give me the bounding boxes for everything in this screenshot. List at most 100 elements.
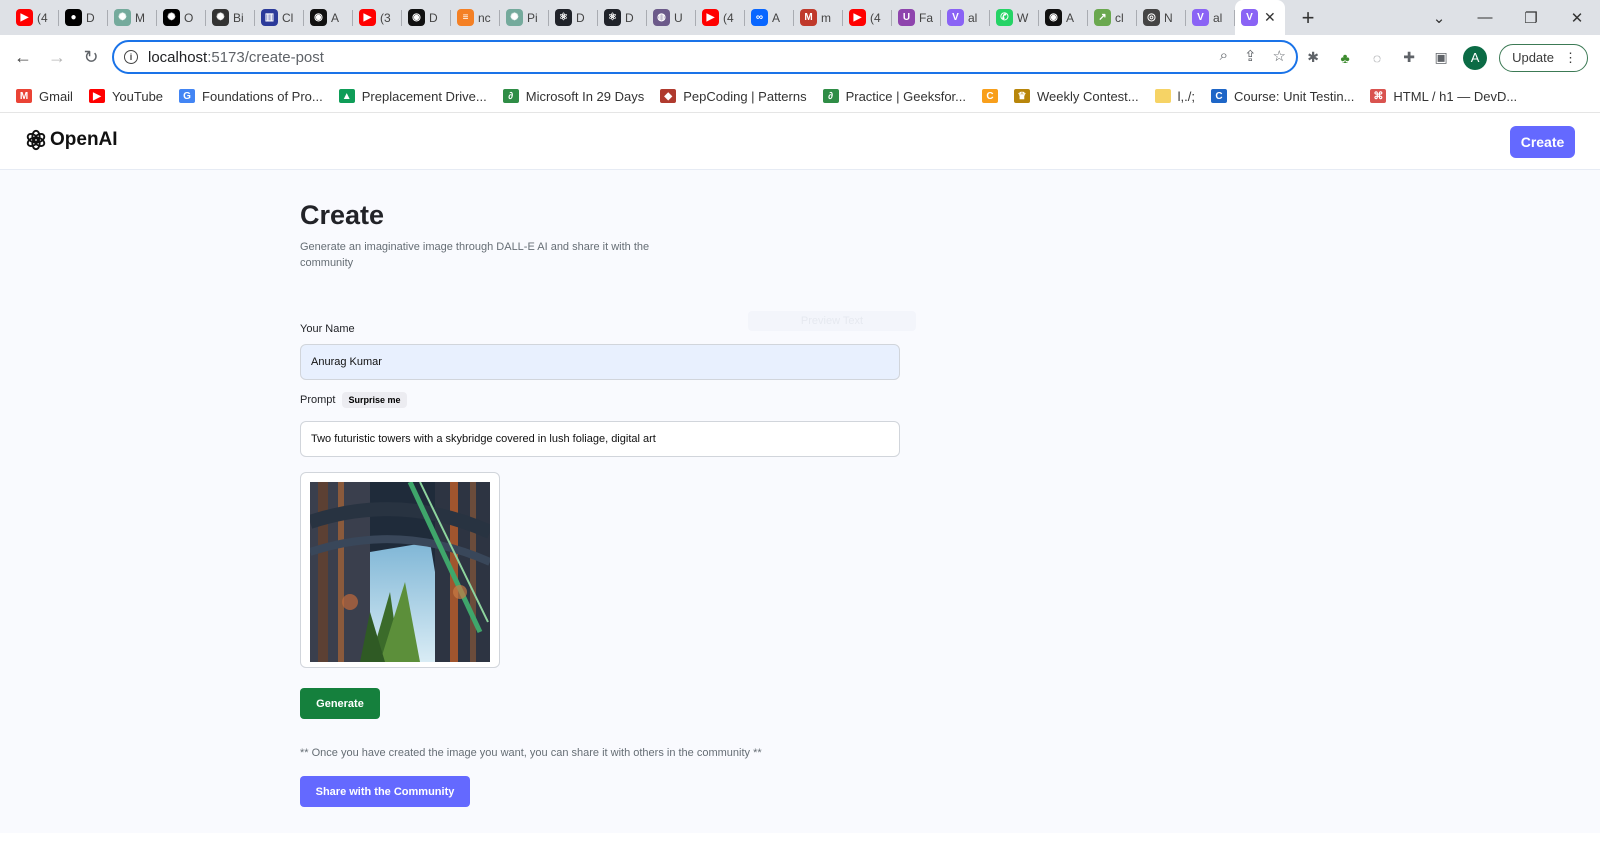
bookmark-item[interactable]: M Gmail [16,89,73,104]
main-section: Create Generate an imaginative image thr… [0,170,1600,833]
back-button[interactable]: ← [6,41,40,75]
bookmark-item[interactable]: ♛ Weekly Contest... [1014,89,1139,104]
browser-tab[interactable]: ◉ D [402,0,451,35]
share-community-button[interactable]: Share with the Community [300,776,470,807]
browser-tab[interactable]: ◉ A [304,0,353,35]
youtube-icon: ▶ [359,9,376,26]
zoom-icon[interactable]: ⌕ [1220,47,1228,65]
name-input[interactable]: Anurag Kumar [300,344,900,380]
bug-extension-icon[interactable]: ✱ [1303,48,1323,68]
browser-tab[interactable]: ✺ Bi [206,0,255,35]
ghost-preview-label: Preview Text [748,311,916,331]
course-icon: C [1210,89,1227,103]
prompt-input[interactable]: Two futuristic towers with a skybridge c… [300,421,900,457]
openai-logo[interactable]: OpenAI [25,129,118,151]
update-label: Update [1512,50,1554,65]
bookmark-label: HTML / h1 — DevD... [1393,88,1518,104]
minimize-button[interactable]: — [1462,9,1508,26]
browser-tab[interactable]: ▥ Cl [255,0,304,35]
restore-button[interactable]: ❐ [1508,9,1554,27]
browser-tab[interactable]: U Fa [892,0,941,35]
browser-tab[interactable]: ✺ M [108,0,157,35]
bookmark-item[interactable]: ◆ PepCoding | Patterns [660,88,807,104]
browser-tab[interactable]: ▶ (4 [843,0,892,35]
browser-tab[interactable]: ◎ N [1137,0,1186,35]
browser-tab[interactable]: ✺ Pi [500,0,549,35]
tab-title: (4 [37,10,48,25]
bookmark-item[interactable]: ▶ YouTube [88,89,163,104]
kebab-menu-icon: ⋮ [1564,49,1577,65]
browser-tab[interactable]: ↗ cl [1088,0,1137,35]
youtube-icon: ▶ [88,89,105,103]
side-panel-icon[interactable]: ▣ [1431,48,1451,68]
tab-search-icon[interactable]: ⌄ [1416,9,1462,27]
browser-tab[interactable]: ▶ (4 [10,0,59,35]
site-info-icon[interactable]: i [124,50,138,64]
bookmark-item[interactable]: ▲ Preplacement Drive... [338,89,487,104]
bookmark-label: PepCoding | Patterns [683,88,807,104]
tab-title: al [968,10,978,25]
surprise-me-button[interactable]: Surprise me [342,392,407,408]
gmail-icon: M [16,89,32,103]
browser-tab[interactable]: ● D [59,0,108,35]
bookmark-star-icon[interactable]: ☆ [1273,47,1286,65]
prompt-label-row: Prompt Surprise me [300,392,407,408]
bookmark-item[interactable]: l,./; [1154,89,1195,104]
page-subtitle: Generate an imaginative image through DA… [300,241,650,269]
share-icon[interactable]: ⇪ [1244,47,1257,65]
browser-tab[interactable]: Mm [794,0,843,35]
openai-icon: ✺ [163,9,180,26]
address-bar[interactable]: i localhost:5173/create-post ⌕ ⇪ ☆ [112,40,1298,74]
logo-text: OpenAI [50,129,118,150]
bookmark-item[interactable]: ⌘ HTML / h1 — DevD... [1370,89,1517,104]
bookmark-item[interactable]: C Course: Unit Testin... [1210,89,1354,104]
active-tab[interactable]: V ✕ [1235,0,1285,35]
chatgpt-icon: ✺ [506,9,523,26]
bookmark-label: Practice | Geeksfor... [845,88,966,104]
google-icon: G [179,89,196,103]
browser-tab[interactable]: ⚛ D [598,0,647,35]
url-text[interactable]: localhost:5173/create-post [148,49,324,66]
browser-tab[interactable]: ⚛ D [549,0,598,35]
browser-tab[interactable]: ◍ U [647,0,696,35]
browser-tab[interactable]: ✆ W [990,0,1039,35]
close-tab-icon[interactable]: ✕ [1264,9,1276,26]
generate-button[interactable]: Generate [300,688,380,719]
profile-avatar[interactable]: A [1463,45,1488,70]
browser-tab[interactable]: ≡ nc [451,0,500,35]
tab-title: D [429,10,438,25]
tab-title: Pi [527,10,538,25]
share-note: ** Once you have created the image you w… [300,747,762,759]
tab-title: cl [1115,10,1124,25]
folder-icon [1154,89,1171,103]
header-create-button[interactable]: Create [1510,126,1575,158]
bookmark-item[interactable]: ∂ Microsoft In 29 Days [502,89,644,104]
image-preview-box [300,472,500,668]
bookmark-item[interactable]: C [982,89,998,103]
browser-tab[interactable]: Val [941,0,990,35]
bookmark-item[interactable]: G Foundations of Pro... [179,89,323,104]
reload-button[interactable]: ↻ [74,41,108,75]
bookmark-item[interactable]: ∂ Practice | Geeksfor... [822,88,966,104]
tab-title: W [1017,10,1029,25]
circle-extension-icon[interactable]: ◌ [1367,48,1387,68]
close-window-button[interactable]: ✕ [1554,9,1600,27]
forward-button[interactable]: → [40,41,74,75]
browser-tab[interactable]: Val [1186,0,1235,35]
whatsapp-icon: ✆ [996,9,1013,26]
browser-tab[interactable]: ▶ (3 [353,0,402,35]
google-drive-icon: ▲ [338,89,355,103]
update-button[interactable]: Update ⋮ [1499,43,1588,72]
name-label: Your Name [300,323,355,335]
page-title: Create [300,200,385,230]
tree-extension-icon[interactable]: ♣ [1335,48,1355,68]
meta-icon: ∞ [751,9,768,26]
tab-title: Bi [233,10,244,25]
new-tab-button[interactable]: + [1293,0,1323,35]
dark-circle-icon: ● [65,9,82,26]
browser-tab[interactable]: ∞ A [745,0,794,35]
browser-tab[interactable]: ✺ O [157,0,206,35]
browser-tab[interactable]: ▶ (4 [696,0,745,35]
extensions-puzzle-icon[interactable]: ✚ [1399,48,1419,68]
browser-tab[interactable]: ◉ A [1039,0,1088,35]
